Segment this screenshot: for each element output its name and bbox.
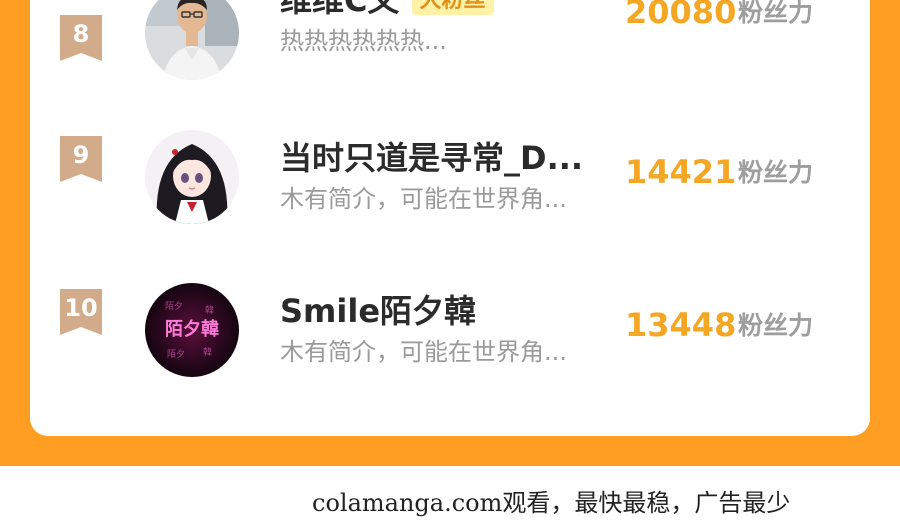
user-description: 木有简介，可能在世界角... <box>280 338 567 366</box>
user-name-text: 维维C义 <box>280 0 400 19</box>
fan-power-score: 14421 <box>625 153 737 191</box>
anime-girl-avatar-icon <box>145 130 239 224</box>
svg-text:陌夕: 陌夕 <box>165 300 183 312</box>
rank-badge: 8 <box>60 15 102 61</box>
fan-power-score: 20080 <box>625 0 737 31</box>
avatar[interactable] <box>145 0 239 80</box>
avatar[interactable]: 陌夕韓 陌夕 韓 陌夕 韓 <box>145 283 239 377</box>
site-watermark-text: colamanga.com观看，最快最稳，广告最少 <box>312 489 791 517</box>
rank-number: 8 <box>72 20 90 48</box>
user-description: 木有简介，可能在世界角... <box>280 185 567 213</box>
svg-text:韓: 韓 <box>203 347 212 358</box>
user-name[interactable]: Smile陌夕韓 <box>280 293 476 329</box>
user-name[interactable]: 当时只道是寻常_D... <box>280 140 583 176</box>
ranking-row[interactable]: 10 陌夕韓 陌夕 韓 陌夕 韓 Smile陌夕韓 木有简介，可能在世界角...… <box>30 283 870 383</box>
avatar-text: 陌夕韓 <box>165 318 219 340</box>
svg-text:韓: 韓 <box>205 305 214 316</box>
fan-power-label: 粉丝力 <box>738 158 814 187</box>
user-description: 热热热热热热... <box>280 27 447 55</box>
big-fan-badge: 大粉丝 <box>411 0 494 15</box>
rank-number: 10 <box>64 294 98 322</box>
avatar[interactable] <box>145 130 239 224</box>
ranking-row[interactable]: 9 当时只道是寻常_D... 木有简介，可能在世界角... 14421 粉丝力 <box>30 130 870 230</box>
photo-avatar-man-icon <box>145 0 239 80</box>
pink-text-avatar-icon: 陌夕韓 陌夕 韓 陌夕 韓 <box>145 283 239 377</box>
fan-ranking-card: 8 维维C义 大粉丝 热热热热热热... 20080 粉丝力 9 当时只道是寻常… <box>30 0 870 436</box>
svg-text:陌夕: 陌夕 <box>167 348 185 360</box>
fan-power-score: 13448 <box>625 306 737 344</box>
fan-power-label: 粉丝力 <box>738 311 814 340</box>
rank-badge: 10 <box>60 289 102 335</box>
rank-badge: 9 <box>60 136 102 182</box>
fan-power-label: 粉丝力 <box>738 0 814 27</box>
user-name[interactable]: 维维C义 大粉丝 <box>280 0 494 18</box>
rank-number: 9 <box>72 141 90 169</box>
ranking-row[interactable]: 8 维维C义 大粉丝 热热热热热热... 20080 粉丝力 <box>30 0 870 93</box>
